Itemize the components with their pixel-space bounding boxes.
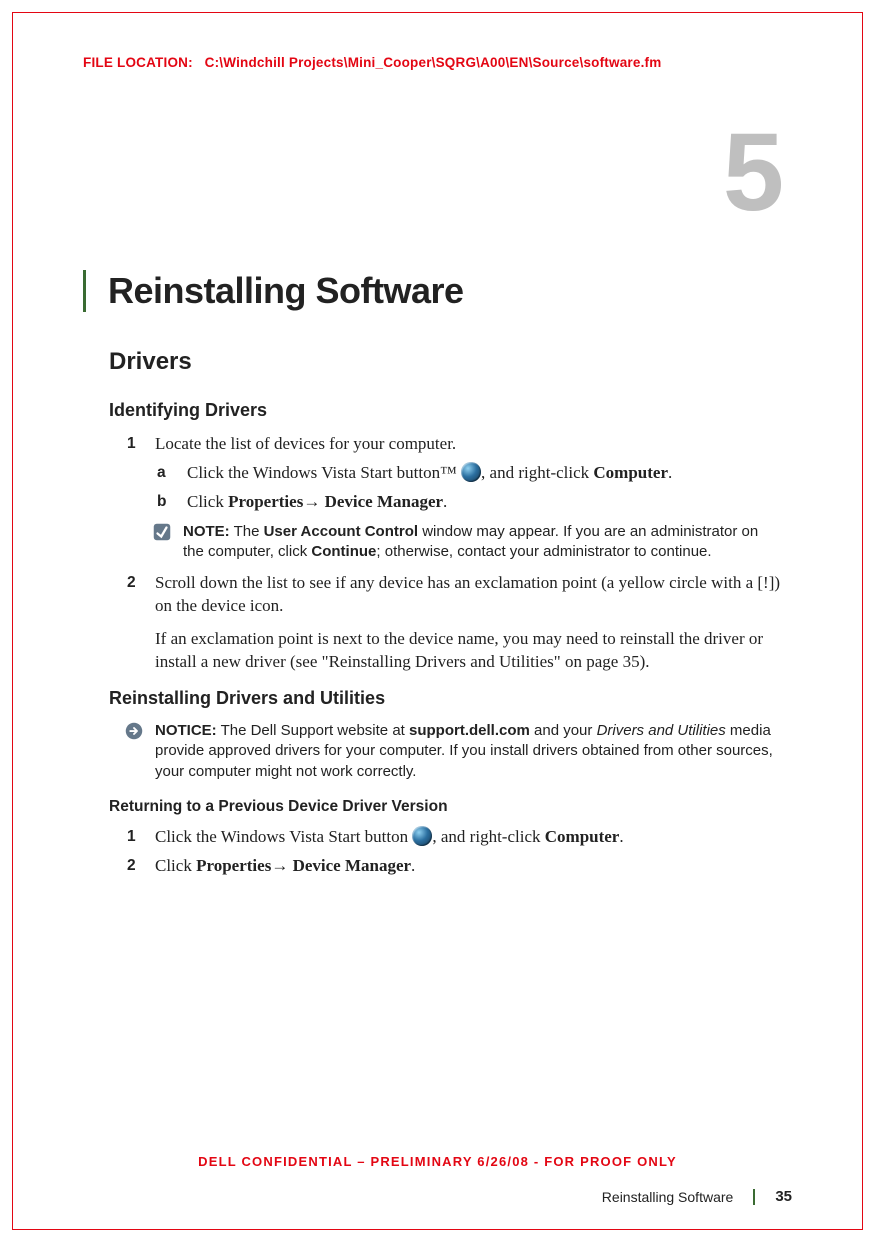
step-body: Click the Windows Vista Start button , a…	[155, 826, 782, 849]
change-bar-icon	[83, 270, 86, 312]
step-number: 2	[127, 572, 155, 618]
file-location-header: FILE LOCATION: C:\Windchill Projects\Min…	[83, 55, 792, 70]
substep-letter: a	[157, 462, 187, 485]
notice-arrow-icon	[125, 722, 143, 740]
chapter-number: 5	[723, 118, 784, 228]
step-number: 1	[127, 433, 155, 456]
step-number: 1	[127, 826, 155, 849]
ret-step-1: 1 Click the Windows Vista Start button ,…	[127, 826, 782, 849]
notice-block: NOTICE: The Dell Support website at supp…	[125, 721, 782, 782]
file-location-label: FILE LOCATION:	[83, 55, 193, 70]
substep-b: b Click Properties→ Device Manager.	[157, 491, 782, 514]
substep-body: Click the Windows Vista Start button™ , …	[187, 462, 782, 485]
chapter-title: Reinstalling Software	[108, 270, 464, 312]
ret-step-2: 2 Click Properties→ Device Manager.	[127, 855, 782, 878]
note-icon	[153, 523, 171, 541]
step-body: Click Properties→ Device Manager.	[155, 855, 782, 878]
footer-section-title: Reinstalling Software	[602, 1189, 734, 1205]
step-body: Locate the list of devices for your comp…	[155, 433, 782, 456]
heading-drivers: Drivers	[109, 348, 792, 376]
notice-text: NOTICE: The Dell Support website at supp…	[155, 721, 782, 782]
file-location-path: C:\Windchill Projects\Mini_Cooper\SQRG\A…	[205, 55, 662, 70]
windows-start-icon	[461, 462, 481, 482]
footer-confidential: DELL CONFIDENTIAL – PRELIMINARY 6/26/08 …	[13, 1154, 862, 1169]
substep-letter: b	[157, 491, 187, 514]
page-frame: FILE LOCATION: C:\Windchill Projects\Min…	[12, 12, 863, 1230]
substep-a: a Click the Windows Vista Start button™ …	[157, 462, 782, 485]
step-body: Scroll down the list to see if any devic…	[155, 572, 782, 618]
footer-page-number: 35	[775, 1188, 792, 1205]
footer-page-info: Reinstalling Software 35	[602, 1188, 792, 1205]
step-1: 1 Locate the list of devices for your co…	[127, 433, 782, 456]
substep-body: Click Properties→ Device Manager.	[187, 491, 782, 514]
step-number: 2	[127, 855, 155, 878]
footer-divider-icon	[753, 1189, 755, 1205]
heading-reinstalling-drivers: Reinstalling Drivers and Utilities	[109, 688, 792, 709]
heading-returning-previous-driver: Returning to a Previous Device Driver Ve…	[109, 798, 792, 816]
heading-identifying-drivers: Identifying Drivers	[109, 400, 792, 421]
windows-start-icon	[412, 826, 432, 846]
chapter-title-row: Reinstalling Software	[83, 270, 792, 312]
note-block: NOTE: The User Account Control window ma…	[153, 522, 782, 563]
note-text: NOTE: The User Account Control window ma…	[183, 522, 782, 563]
step-2: 2 Scroll down the list to see if any dev…	[127, 572, 782, 618]
step-2-paragraph: If an exclamation point is next to the d…	[155, 628, 782, 674]
